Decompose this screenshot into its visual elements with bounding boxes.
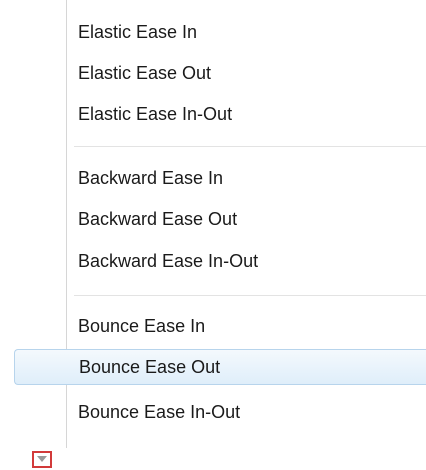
menu-item-elastic-ease-in-out[interactable]: Elastic Ease In-Out xyxy=(66,96,426,132)
menu-item-elastic-ease-in[interactable]: Elastic Ease In xyxy=(66,14,426,50)
chevron-down-icon xyxy=(37,456,47,462)
menu-item-backward-ease-in[interactable]: Backward Ease In xyxy=(66,160,426,196)
menu-item-bounce-ease-out[interactable]: Bounce Ease Out xyxy=(14,349,426,385)
menu-item-backward-ease-in-out[interactable]: Backward Ease In-Out xyxy=(66,243,426,279)
easing-menu: Elastic Ease In Elastic Ease Out Elastic… xyxy=(0,0,426,470)
scroll-down-button[interactable] xyxy=(32,451,52,468)
menu-item-bounce-ease-in-out[interactable]: Bounce Ease In-Out xyxy=(66,394,426,430)
menu-item-bounce-ease-in[interactable]: Bounce Ease In xyxy=(66,308,426,344)
menu-separator xyxy=(74,295,426,296)
menu-item-elastic-ease-out[interactable]: Elastic Ease Out xyxy=(66,55,426,91)
menu-separator xyxy=(74,146,426,147)
menu-item-backward-ease-out[interactable]: Backward Ease Out xyxy=(66,201,426,237)
